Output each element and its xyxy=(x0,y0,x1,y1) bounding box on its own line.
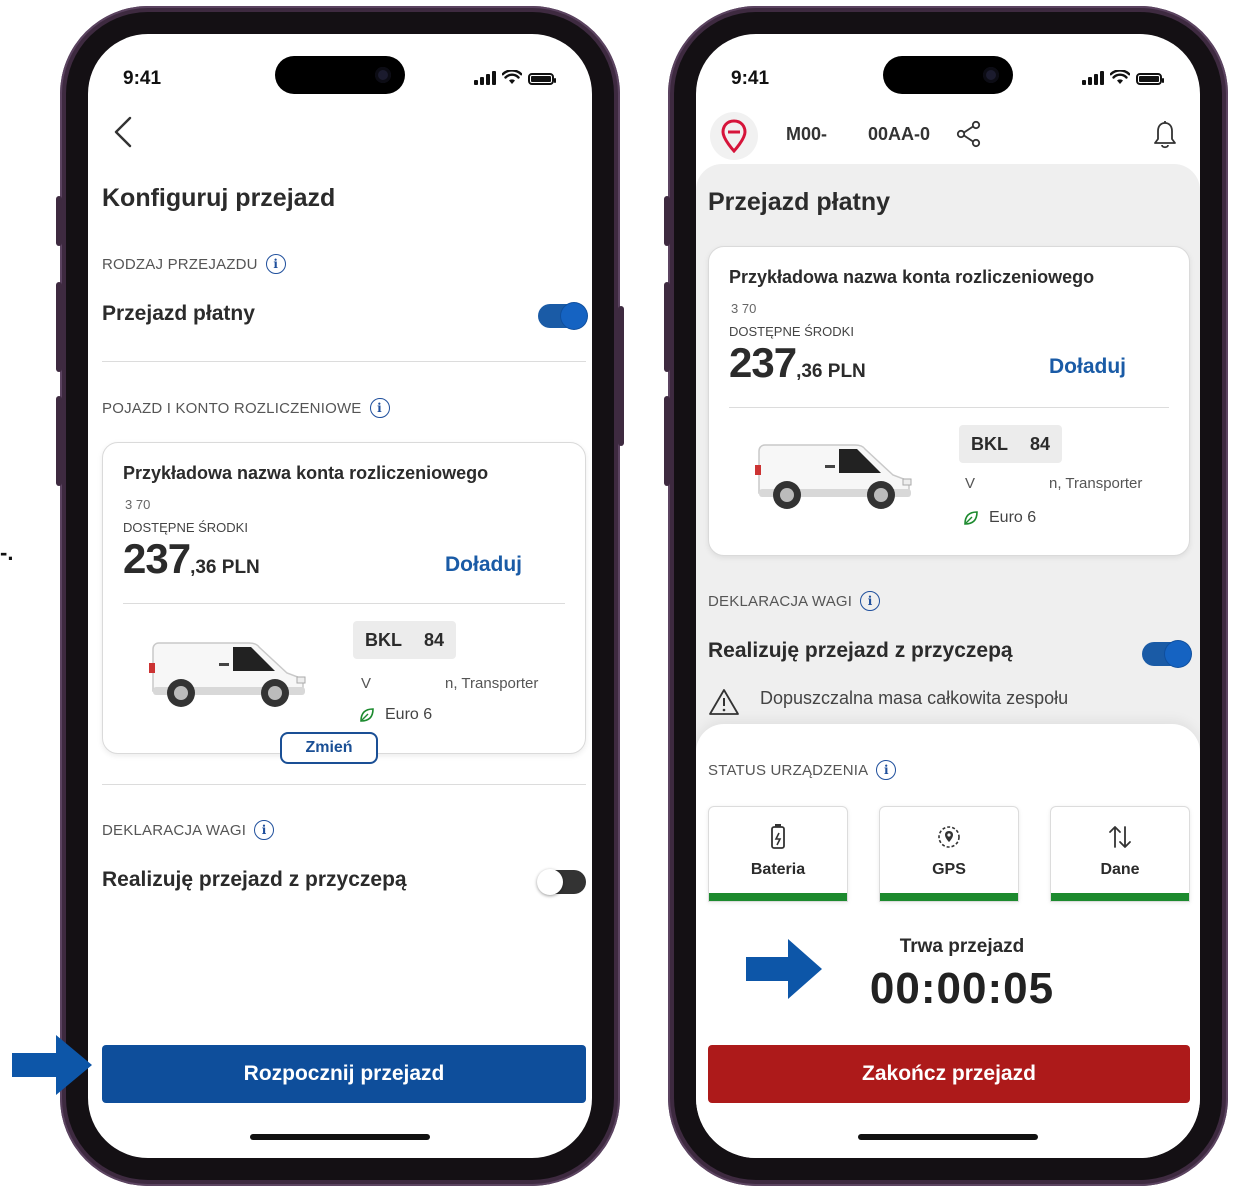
vehicle-model: n, Transporter xyxy=(1049,475,1143,492)
van-image xyxy=(149,642,306,707)
info-icon[interactable]: i xyxy=(254,820,275,840)
account-number: 3 70 xyxy=(125,497,151,512)
trailer-toggle[interactable] xyxy=(1142,641,1191,667)
home-indicator xyxy=(858,1134,1038,1140)
dynamic-island xyxy=(883,56,1013,94)
leaf-icon xyxy=(360,708,374,722)
config-screen: 9:41 Konfiguruj przejazd RODZAJ PRZEJAZD… xyxy=(88,34,592,1158)
vehicle-model-prefix: V xyxy=(965,475,976,492)
status-bar-ok xyxy=(1051,893,1189,901)
dynamic-island xyxy=(275,56,405,94)
back-chevron-icon[interactable] xyxy=(110,114,138,150)
page-title: Konfiguruj przejazd xyxy=(102,184,336,212)
app-logo[interactable] xyxy=(710,112,758,160)
trip-status: Trwa przejazd xyxy=(899,936,1025,957)
vehicle-account-caption: POJAZD I KONTO ROZLICZENIOWE i xyxy=(102,398,390,418)
trip-type-caption: RODZAJ PRZEJAZDU i xyxy=(102,254,286,274)
bell-icon[interactable] xyxy=(1152,120,1178,150)
stray-mark: -. xyxy=(0,540,14,565)
account-name: Przykładowa nazwa konta rozliczeniowego xyxy=(123,463,489,483)
trip-title: Przejazd płatny xyxy=(708,188,890,216)
info-icon[interactable]: i xyxy=(265,254,286,274)
account-vehicle-card: Przykładowa nazwa konta rozliczeniowego … xyxy=(708,246,1190,556)
status-bar-ok xyxy=(709,893,847,901)
trip-screen: 9:41 M00- 00AA-0 Przejazd płatny Przykła… xyxy=(696,34,1200,1158)
emission-class: Euro 6 xyxy=(359,706,432,724)
trip-timer: 00:00:05 xyxy=(869,964,1055,1013)
app-header: M00- 00AA-0 xyxy=(696,112,1200,164)
tile-battery[interactable]: Bateria xyxy=(708,806,848,902)
license-plate: BKL 84 xyxy=(959,425,1063,463)
funds-label: DOSTĘPNE ŚRODKI xyxy=(123,520,248,535)
battery-status-icon xyxy=(1136,73,1164,85)
trailer-label: Realizuję przejazd z przyczepą xyxy=(102,868,407,891)
status-time: 9:41 xyxy=(123,68,162,89)
status-time: 9:41 xyxy=(731,68,770,89)
funds-amount: 237,36 PLN xyxy=(123,535,260,582)
header-plate: 00AA-0 xyxy=(868,124,931,144)
emission-class: Euro 6 xyxy=(963,509,1036,527)
start-trip-button[interactable]: Rozpocznij przejazd xyxy=(102,1045,586,1103)
tile-gps[interactable]: GPS xyxy=(879,806,1019,902)
trailer-label: Realizuję przejazd z przyczepą xyxy=(708,639,1013,662)
signal-icon xyxy=(1082,71,1104,85)
divider xyxy=(102,361,586,362)
header-plate-prefix: M00- xyxy=(786,124,828,144)
account-vehicle-card: Przykładowa nazwa konta rozliczeniowego … xyxy=(102,442,586,754)
status-icons xyxy=(1082,70,1164,85)
funds-amount: 237,36 PLN xyxy=(729,339,866,386)
data-transfer-icon xyxy=(1109,826,1131,848)
phone-config: 9:41 Konfiguruj przejazd RODZAJ PRZEJAZD… xyxy=(56,6,624,1186)
vehicle-model-prefix: V xyxy=(361,675,372,692)
paid-trip-toggle[interactable] xyxy=(538,303,587,329)
topup-link[interactable]: Doładuj xyxy=(445,553,522,577)
weight-caption: DEKLARACJA WAGI i xyxy=(102,820,275,840)
card-divider xyxy=(729,407,1169,408)
warning-icon xyxy=(709,689,739,715)
trailer-toggle[interactable] xyxy=(537,869,586,895)
license-plate: BKL 84 xyxy=(353,621,457,659)
share-icon[interactable] xyxy=(956,120,982,148)
trip-type-label: Przejazd płatny xyxy=(102,302,255,325)
weight-warning: Dopuszczalna masa całkowita zespołu xyxy=(708,688,1068,716)
vehicle-model: n, Transporter xyxy=(445,675,539,692)
phone-trip: 9:41 M00- 00AA-0 Przejazd płatny Przykła… xyxy=(664,6,1228,1186)
device-status-caption: STATUS URZĄDZENIA i xyxy=(708,760,897,780)
topup-link[interactable]: Doładuj xyxy=(1049,355,1126,379)
status-bar-ok xyxy=(880,893,1018,901)
wifi-icon xyxy=(502,70,522,84)
account-number: 3 70 xyxy=(731,301,757,316)
arrow-right-icon xyxy=(12,1035,92,1095)
van-image xyxy=(755,444,912,509)
info-icon[interactable]: i xyxy=(876,760,897,780)
status-icons xyxy=(474,70,556,85)
card-divider xyxy=(123,603,565,604)
info-icon[interactable]: i xyxy=(860,591,881,611)
divider xyxy=(102,784,586,785)
location-logo-icon xyxy=(721,119,747,153)
tile-data[interactable]: Dane xyxy=(1050,806,1190,902)
battery-status-icon xyxy=(528,73,556,85)
info-icon[interactable]: i xyxy=(369,398,390,418)
change-vehicle-button[interactable]: Zmień xyxy=(280,732,378,764)
end-trip-button[interactable]: Zakończ przejazd xyxy=(708,1045,1190,1103)
account-name: Przykładowa nazwa konta rozliczeniowego xyxy=(729,267,1095,287)
home-indicator xyxy=(250,1134,430,1140)
battery-icon xyxy=(771,824,785,849)
signal-icon xyxy=(474,71,496,85)
funds-label: DOSTĘPNE ŚRODKI xyxy=(729,324,854,339)
gps-icon xyxy=(938,826,960,848)
wifi-icon xyxy=(1110,70,1130,84)
leaf-icon xyxy=(964,511,978,525)
weight-caption: DEKLARACJA WAGI i xyxy=(708,591,881,611)
